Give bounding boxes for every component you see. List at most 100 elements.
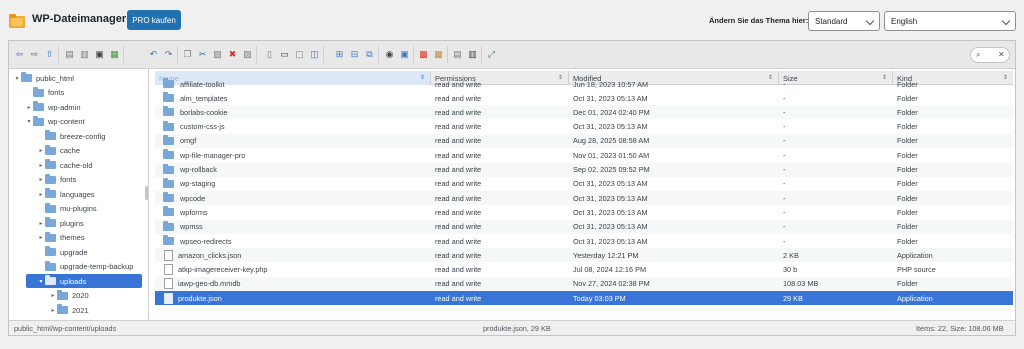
chevron-down-icon[interactable]: ▾	[37, 278, 45, 285]
tree-item[interactable]: ▾ public_html	[13, 71, 74, 85]
file-row[interactable]: alm_templates read and write Oct 31, 2023 …	[155, 91, 1013, 105]
fullscreen-icon[interactable]: ⤢	[485, 48, 498, 61]
search-input[interactable]: ⌕ ✕	[970, 47, 1010, 63]
folder-icon	[163, 134, 174, 145]
cut-icon[interactable]: ✂	[196, 48, 209, 61]
chevron-right-icon[interactable]: ▸	[49, 292, 57, 299]
file-row[interactable]: wpforms read and write Oct 31, 2023 05:13 …	[155, 205, 1013, 219]
archive-icon[interactable]: ◫	[308, 48, 321, 61]
home-icon[interactable]: ▥	[78, 48, 91, 61]
file-row[interactable]: iawp-geo-db.mmdb read and write Nov 27, 20…	[155, 276, 1013, 291]
tree-item[interactable]: breeze-config	[37, 129, 105, 143]
settings-icon[interactable]: ▥	[466, 48, 479, 61]
file-row[interactable]: amazon_clicks.json read and write Yesterda…	[155, 248, 1013, 263]
file-row[interactable]: wpmss read and write Oct 31, 2023 05:13 AM…	[155, 219, 1013, 234]
folder-icon	[163, 192, 174, 203]
file-name-cell: wpforms	[163, 205, 433, 219]
tree-item[interactable]: ▸ languages	[37, 187, 95, 201]
grid-view-icon[interactable]: ⊞	[333, 48, 346, 61]
file-row[interactable]: omgf read and write Aug 28, 2025 08:58 AM -…	[155, 133, 1013, 148]
preview-icon[interactable]: ◉	[383, 48, 396, 61]
chevron-right-icon[interactable]: ▸	[37, 147, 45, 154]
chevron-down-icon[interactable]: ▾	[13, 75, 21, 82]
file-row[interactable]: produkte.json read and write Today 03:03 P…	[155, 291, 1013, 306]
folder-icon	[45, 275, 56, 285]
file-name-cell: wp-staging	[163, 177, 433, 191]
reload-icon[interactable]: ▤	[63, 48, 76, 61]
tree-item[interactable]: ▸ cache	[37, 144, 80, 158]
tree-item[interactable]: upgrade-temp-backup	[37, 260, 133, 274]
file-modified-cell: Today 03:03 PM	[573, 293, 626, 303]
delete-icon[interactable]: ✖	[226, 48, 239, 61]
select-all-icon[interactable]: ⧉	[363, 48, 376, 61]
share-icon[interactable]: ▩	[432, 48, 445, 61]
rename-icon[interactable]: ▯	[263, 48, 276, 61]
app-title: WP-Dateimanager	[32, 13, 127, 25]
file-icon	[164, 278, 173, 290]
theme-select[interactable]: Standard	[808, 11, 880, 31]
chevron-right-icon[interactable]: ▸	[37, 191, 45, 198]
file-row[interactable]: wp-file-manager-pro read and write Nov 01,…	[155, 148, 1013, 162]
copy-icon[interactable]: ❐	[181, 48, 194, 61]
duplicate-icon[interactable]: ▨	[241, 48, 254, 61]
back-icon[interactable]: ⇦	[13, 48, 26, 61]
chevron-right-icon[interactable]: ▸	[37, 220, 45, 227]
redo-icon[interactable]: ↷	[162, 48, 175, 61]
info-icon[interactable]: ▣	[398, 48, 411, 61]
theme-select-value: Standard	[815, 16, 848, 26]
chevron-down-icon[interactable]: ▾	[25, 118, 33, 125]
folder-icon	[45, 260, 56, 271]
forward-icon[interactable]: ⇨	[28, 48, 41, 61]
file-row[interactable]: wp-staging read and write Oct 31, 2023 05:…	[155, 177, 1013, 191]
file-row[interactable]: affiliate-toolkit read and write Jun 18, 2…	[155, 77, 1013, 91]
toolbar-edit-group: ❐ ✂ ▧ ✖ ▨	[179, 46, 257, 63]
tree-item[interactable]: ▸ themes	[37, 231, 85, 245]
language-select[interactable]: English	[884, 11, 1016, 31]
tree-item[interactable]: ▾ wp-content	[25, 115, 85, 129]
clear-search-icon[interactable]: ✕	[998, 50, 1005, 59]
tree-scrollbar[interactable]	[145, 186, 148, 200]
tree-item[interactable]: ▸ plugins	[37, 216, 84, 230]
file-kind-cell: Folder	[897, 165, 918, 174]
tree-item[interactable]: ▸ 2020	[49, 289, 89, 303]
chevron-right-icon[interactable]: ▸	[37, 176, 45, 183]
tree-item[interactable]: ▸ 2021	[49, 303, 89, 317]
buy-pro-button[interactable]: PRO kaufen	[127, 10, 181, 30]
file-kind-cell: PHP source	[897, 265, 936, 275]
sort-icon[interactable]: ▤	[451, 48, 464, 61]
tree-item-label: themes	[60, 233, 85, 242]
download-icon[interactable]: ▦	[108, 48, 121, 61]
folder-icon	[163, 177, 174, 188]
tree-item[interactable]: fonts	[25, 86, 64, 100]
chevron-down-icon	[1001, 16, 1011, 26]
toolbar-share-group: ▩ ▩	[415, 46, 448, 63]
up-icon[interactable]: ⇧	[43, 48, 56, 61]
chevron-right-icon[interactable]: ▸	[37, 162, 45, 169]
tree-item[interactable]: ▸ fonts	[37, 173, 76, 187]
file-icon	[164, 292, 173, 304]
list-view-icon[interactable]: ⊟	[348, 48, 361, 61]
paste-icon[interactable]: ▧	[211, 48, 224, 61]
tree-item[interactable]: ▸ wp-admin	[25, 100, 81, 114]
tree-item[interactable]: ▾ uploads	[26, 274, 142, 288]
chevron-right-icon[interactable]: ▸	[25, 104, 33, 111]
file-kind-cell: Folder	[897, 279, 918, 289]
file-row[interactable]: custom-css-js read and write Oct 31, 2023 …	[155, 120, 1013, 134]
file-row[interactable]: wpseo-redirects read and write Oct 31, 202…	[155, 234, 1013, 248]
tree-item[interactable]: ▸ cache-old	[37, 158, 93, 172]
file-row[interactable]: wpcode read and write Oct 31, 2023 05:13 A…	[155, 191, 1013, 206]
tree-item[interactable]: mu-plugins	[37, 202, 97, 216]
status-bar: public_html/wp-content/uploads produkte.…	[9, 320, 1015, 335]
undo-icon[interactable]: ↶	[147, 48, 160, 61]
file-row[interactable]: borlabs-cookie read and write Dec 01, 2024…	[155, 105, 1013, 120]
chevron-right-icon[interactable]: ▸	[49, 307, 57, 314]
file-row[interactable]: wp-rollback read and write Sep 02, 2025 09…	[155, 162, 1013, 177]
resize-icon[interactable]: ▩	[417, 48, 430, 61]
chevron-right-icon[interactable]: ▸	[37, 234, 45, 241]
save-icon[interactable]: ▣	[93, 48, 106, 61]
extract-icon[interactable]: ▢	[293, 48, 306, 61]
file-row[interactable]: atkp-imagereceiver-key.php read and write…	[155, 263, 1013, 277]
edit-icon[interactable]: ▭	[278, 48, 291, 61]
tree-item[interactable]: upgrade	[37, 245, 88, 259]
file-kind-cell: Folder	[897, 93, 918, 103]
